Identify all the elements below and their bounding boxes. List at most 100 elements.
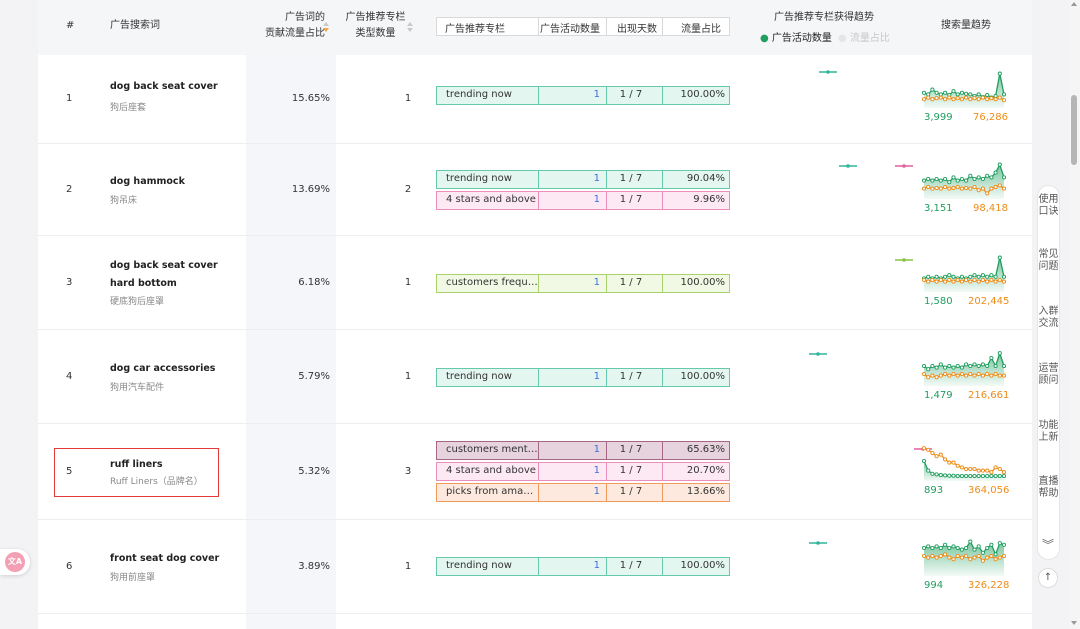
- search-volume-point: [930, 450, 935, 455]
- placement-badge[interactable]: trending now 1 1 / 7 100.00%: [436, 368, 730, 387]
- header-share[interactable]: 广告词的 贡献流量占比: [243, 10, 325, 42]
- search-volume-point: [930, 96, 935, 101]
- back-to-top-icon[interactable]: ↑: [1038, 568, 1058, 588]
- placement-badge[interactable]: customers frequently viewed 1 1 / 7 100.00%: [436, 274, 730, 293]
- search-volume-point: [926, 447, 931, 452]
- search-volume-point: [947, 460, 952, 465]
- search-volume-point: [934, 555, 939, 560]
- search-volume-point: [1001, 279, 1007, 284]
- search-volume-point: [997, 182, 1002, 187]
- ad-count-point: [921, 363, 927, 368]
- search-volume-point: [955, 463, 960, 468]
- search-volume-point: [934, 185, 939, 190]
- legend-dot-icon: ●: [838, 33, 847, 44]
- search-volume-point: [947, 555, 952, 560]
- keyword-text[interactable]: dog car accessories: [110, 360, 240, 378]
- search-volume-point: [959, 186, 964, 191]
- sidebar-item-live-help[interactable]: 直播帮助: [1038, 476, 1059, 500]
- search-volume-point: [930, 553, 935, 558]
- ad-count-point: [947, 272, 952, 277]
- ad-count-point: [926, 468, 931, 473]
- trend-point: [902, 164, 906, 168]
- ad-count-point: [943, 176, 948, 181]
- header-type-count[interactable]: 广告推荐专栏 类型数量: [338, 10, 413, 42]
- ad-count-point: [951, 174, 956, 179]
- sidebar-item-tips[interactable]: 使用口诀: [1038, 194, 1059, 218]
- placement-share: 100.00%: [680, 89, 726, 100]
- ad-count-point: [959, 274, 964, 279]
- search-volume-point: [980, 468, 985, 473]
- search-volume-point: [943, 371, 948, 376]
- ad-count-point: [989, 272, 994, 277]
- ad-count-point: [951, 473, 956, 478]
- ad-count-point: [934, 543, 939, 548]
- sidebar-item-advisor[interactable]: 运营顾问: [1038, 363, 1059, 387]
- keyword-translation: 狗用前座罩: [110, 573, 156, 583]
- ad-count-point: [951, 274, 956, 279]
- placement-badge[interactable]: trending now 1 1 / 7 100.00%: [436, 557, 730, 576]
- placement-trend-chart: [914, 447, 932, 451]
- placement-badge[interactable]: 4 stars and above 1 1 / 7 20.70%: [436, 462, 730, 481]
- legend-active[interactable]: ● 广告活动数量: [760, 29, 832, 44]
- legend-inactive[interactable]: ● 流量占比: [838, 29, 890, 44]
- translate-widget[interactable]: 文A: [0, 549, 30, 575]
- ad-count-value: 893: [924, 484, 944, 496]
- search-volume-value: 98,418: [973, 202, 1008, 214]
- ad-count-point: [934, 365, 939, 370]
- placement-badge[interactable]: trending now 1 1 / 7 100.00%: [436, 86, 730, 105]
- sidebar-item-new-features[interactable]: 功能上新: [1038, 420, 1059, 444]
- ad-count-point: [947, 363, 952, 368]
- ad-count-point: [934, 176, 939, 181]
- ad-count-point: [964, 473, 969, 478]
- search-volume-point: [947, 186, 952, 191]
- placement-name: 4 stars and above: [446, 194, 536, 205]
- placement-badge[interactable]: 4 stars and above 1 1 / 7 9.96%: [436, 191, 730, 210]
- ad-count-point: [985, 363, 990, 368]
- ad-count-point: [976, 174, 981, 179]
- chevron-double-down-icon[interactable]: ︾: [1042, 536, 1054, 553]
- search-volume-point: [980, 373, 985, 378]
- search-volume-point: [985, 468, 990, 473]
- search-volume-point: [951, 279, 956, 284]
- placement-badge[interactable]: picks from amazon 1 1 / 7 13.66%: [436, 483, 730, 502]
- ad-count-point: [997, 162, 1002, 167]
- ad-count-point: [993, 170, 998, 175]
- ad-count-point: [943, 365, 948, 370]
- keyword-text[interactable]: dog hammock: [110, 173, 240, 191]
- highlight-annotation-box: [54, 448, 219, 497]
- search-volume-point: [947, 373, 952, 378]
- ad-count-point: [985, 92, 990, 97]
- ad-count-value: 3,999: [924, 111, 953, 123]
- search-volume-point: [926, 184, 931, 189]
- search-volume-point: [921, 186, 927, 191]
- sort-type-count-icon[interactable]: [407, 22, 414, 34]
- search-volume-value: 326,228: [968, 579, 1010, 591]
- keyword-text[interactable]: dog back seat cover hard bottom: [110, 257, 240, 293]
- header-column-box: 广告推荐专栏 广告活动数量 出现天数 流量占比: [436, 17, 730, 36]
- ad-count-point: [985, 473, 990, 478]
- scroll-thumb[interactable]: [1071, 95, 1077, 165]
- search-volume-point: [993, 96, 998, 101]
- type-count: 1: [404, 92, 412, 104]
- sidebar-item-faq[interactable]: 常见问题: [1038, 249, 1059, 273]
- ad-count-point: [980, 550, 985, 555]
- sidebar-item-group[interactable]: 入群交流: [1038, 306, 1059, 330]
- translate-icon: 文A: [5, 552, 25, 572]
- search-volume-point: [964, 466, 969, 471]
- search-volume-point: [947, 277, 952, 282]
- keyword-text[interactable]: dog back seat cover: [110, 78, 240, 96]
- placement-trend-chart: [809, 541, 827, 545]
- search-volume-point: [951, 371, 956, 376]
- keyword-text[interactable]: front seat dog cover: [110, 550, 240, 568]
- search-volume-point: [921, 96, 927, 101]
- placement-badge[interactable]: customers mentioned 1 1 / 7 65.63%: [436, 441, 730, 460]
- search-volume-point: [959, 279, 964, 284]
- scroll-down-icon[interactable]: [1071, 621, 1077, 625]
- header-col-name: 广告推荐专栏: [445, 24, 505, 35]
- ad-count-point: [989, 355, 994, 360]
- scroll-up-icon[interactable]: [1071, 2, 1077, 6]
- ad-count-point: [997, 255, 1002, 260]
- sort-share-icon[interactable]: [323, 22, 330, 34]
- ad-count-value: 1,580: [924, 295, 953, 307]
- placement-badge[interactable]: trending now 1 1 / 7 90.04%: [436, 170, 730, 189]
